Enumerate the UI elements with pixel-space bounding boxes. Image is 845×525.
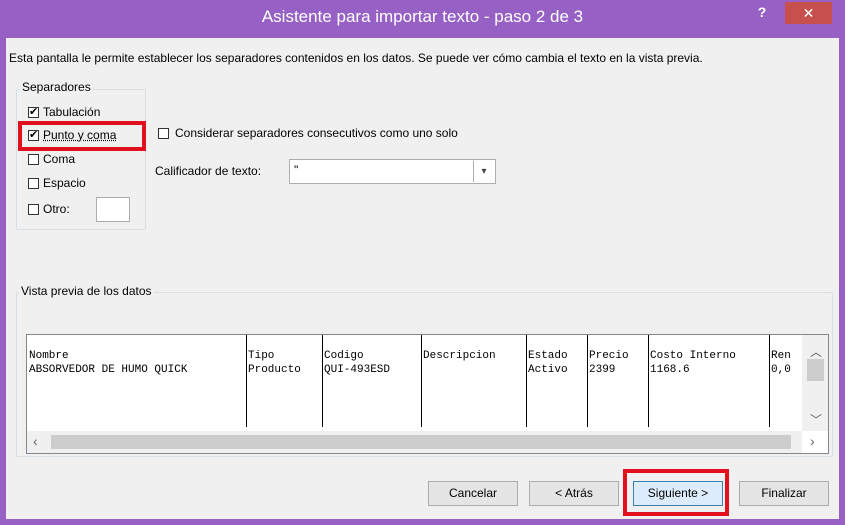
other-label: Otro: <box>43 202 70 216</box>
scroll-left-icon[interactable]: ‹ <box>33 433 38 449</box>
col-header: Descripcion <box>423 350 496 362</box>
horizontal-scroll-thumb[interactable] <box>51 435 791 449</box>
back-button[interactable]: < Atrás <box>529 481 619 506</box>
col-header: Nombre <box>29 350 69 362</box>
separators-title: Separadores <box>20 80 93 94</box>
description-text: Esta pantalla le permite establecer los … <box>9 51 703 65</box>
comma-label: Coma <box>43 152 76 166</box>
finish-button[interactable]: Finalizar <box>739 481 829 506</box>
close-button[interactable]: ✕ <box>785 2 832 24</box>
cancel-button[interactable]: Cancelar <box>428 481 518 506</box>
preview-title: Vista previa de los datos <box>19 284 154 298</box>
consecutive-checkbox[interactable] <box>158 128 169 139</box>
title-bar[interactable]: Asistente para importar texto - paso 2 d… <box>0 0 845 38</box>
consecutive-label: Considerar separadores consecutivos como… <box>175 126 458 140</box>
space-checkbox[interactable] <box>28 178 39 189</box>
tab-label: Tabulación <box>43 105 101 119</box>
col-value: Producto <box>248 364 301 376</box>
help-button[interactable]: ? <box>752 4 772 22</box>
other-input[interactable] <box>96 197 130 222</box>
col-header: Codigo <box>324 350 364 362</box>
col-header: Tipo <box>248 350 275 362</box>
col-header: Precio <box>589 350 629 362</box>
window-title: Asistente para importar texto - paso 2 d… <box>261 7 584 26</box>
dialog-body: Esta pantalla le permite establecer los … <box>6 38 839 519</box>
col-value: QUI-493ESD <box>324 364 391 376</box>
dialog-window: Asistente para importar texto - paso 2 d… <box>0 0 845 525</box>
chevron-down-icon[interactable]: ▾ <box>473 161 494 182</box>
horizontal-scrollbar[interactable]: ‹ <box>27 431 802 453</box>
space-label: Espacio <box>43 176 86 190</box>
scroll-up-icon[interactable]: ︿ <box>810 343 822 360</box>
tab-checkbox[interactable] <box>28 105 39 118</box>
col-value: 2399 <box>589 364 616 376</box>
comma-checkbox[interactable] <box>28 154 39 165</box>
scroll-down-icon[interactable]: ﹀ <box>810 411 822 428</box>
col-value: 1168.6 <box>650 364 690 376</box>
col-value: ABSORVEDOR DE HUMO QUICK <box>29 364 188 376</box>
vertical-scrollbar[interactable]: ︿ ﹀ <box>802 335 828 431</box>
vertical-scroll-thumb[interactable] <box>807 359 824 381</box>
other-checkbox[interactable] <box>28 204 39 215</box>
scroll-right-icon[interactable]: › <box>810 433 815 449</box>
col-header: Estado <box>528 350 568 362</box>
col-header: Ren <box>771 350 791 362</box>
col-value: 0,0 <box>771 364 791 376</box>
next-highlight <box>623 469 729 516</box>
semicolon-highlight <box>18 121 146 151</box>
qualifier-label: Calificador de texto: <box>155 164 262 178</box>
col-header: Costo Interno <box>650 350 736 362</box>
qualifier-select[interactable]: " ▾ <box>289 159 496 184</box>
preview-area[interactable]: Nombre ABSORVEDOR DE HUMO QUICK Tipo Pro… <box>26 334 829 454</box>
col-value: Activo <box>528 364 568 376</box>
qualifier-value: " <box>294 163 299 177</box>
preview-grid: Nombre ABSORVEDOR DE HUMO QUICK Tipo Pro… <box>27 335 802 431</box>
